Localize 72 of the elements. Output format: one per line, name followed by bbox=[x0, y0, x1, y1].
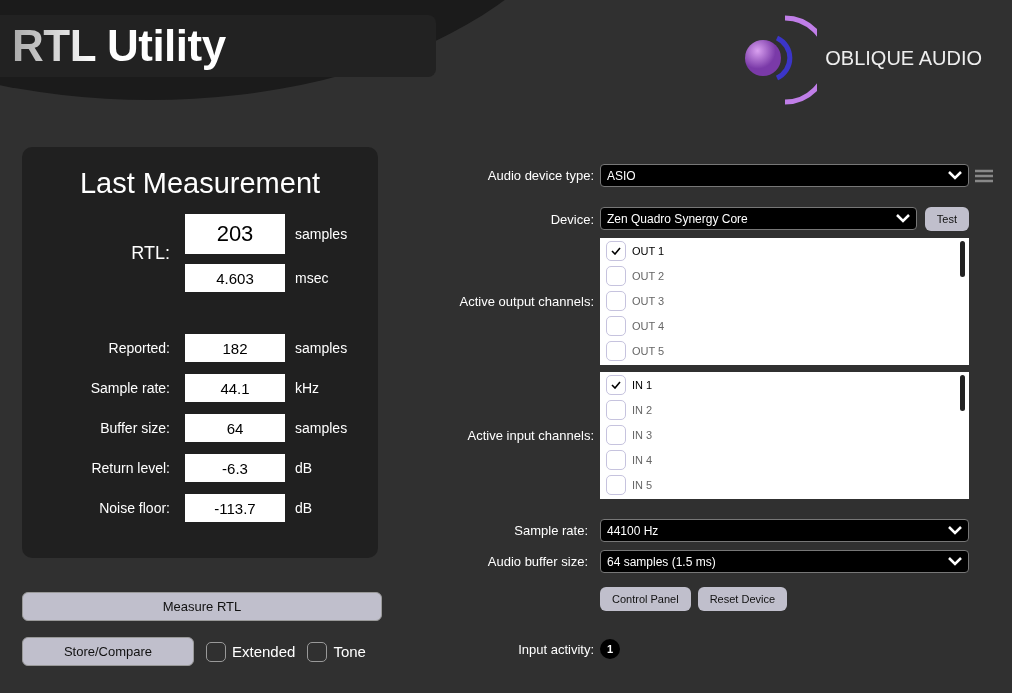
checkbox-label: Tone bbox=[333, 643, 366, 660]
menu-icon[interactable] bbox=[975, 168, 993, 183]
value-display: 44.1 bbox=[185, 374, 285, 402]
value-display: -6.3 bbox=[185, 454, 285, 482]
value-display: 182 bbox=[185, 334, 285, 362]
chevron-icon bbox=[895, 214, 910, 223]
checkbox[interactable] bbox=[606, 400, 626, 420]
value-display: 64 bbox=[185, 414, 285, 442]
measure-button[interactable]: Measure RTL bbox=[22, 592, 382, 621]
unit-label: kHz bbox=[294, 380, 321, 396]
field-label: Return level: bbox=[90, 460, 171, 476]
unit-label: samples bbox=[294, 420, 349, 436]
field-label: Audio buffer size: bbox=[486, 554, 589, 569]
field-label: Sample rate: bbox=[513, 523, 589, 538]
checkbox[interactable] bbox=[307, 641, 328, 662]
dropdown[interactable]: 44100 Hz bbox=[600, 519, 969, 542]
channel-label: OUT 2 bbox=[632, 270, 665, 282]
field-label: Buffer size: bbox=[99, 420, 171, 436]
device-button[interactable]: Reset Device bbox=[697, 587, 788, 611]
checkbox[interactable] bbox=[606, 266, 626, 286]
checkbox[interactable] bbox=[606, 316, 626, 336]
field-label: Reported: bbox=[107, 340, 171, 356]
field-label: Device: bbox=[549, 211, 594, 227]
rtl-label: RTL: bbox=[130, 242, 171, 264]
checkbox[interactable] bbox=[606, 241, 626, 261]
check-icon bbox=[611, 381, 621, 389]
dropdown[interactable]: ASIO bbox=[600, 164, 969, 187]
channel-label: IN 2 bbox=[632, 404, 653, 416]
unit-label: dB bbox=[294, 500, 314, 516]
channel-label: IN 1 bbox=[632, 379, 653, 391]
value-display: 203 bbox=[185, 214, 285, 254]
unit-label: dB bbox=[294, 460, 314, 476]
channel-label: OUT 4 bbox=[632, 320, 665, 332]
scrollbar-thumb[interactable] bbox=[960, 375, 965, 411]
checkbox[interactable] bbox=[606, 291, 626, 311]
checkbox-label: Extended bbox=[232, 643, 296, 660]
scrollbar-thumb[interactable] bbox=[960, 241, 965, 277]
checkbox[interactable] bbox=[606, 341, 626, 361]
brand-name: OBLIQUE AUDIO bbox=[825, 46, 982, 70]
channel-label: IN 3 bbox=[632, 429, 653, 441]
checkbox[interactable] bbox=[606, 450, 626, 470]
checkbox[interactable] bbox=[206, 641, 226, 662]
dropdown[interactable]: 64 samples (1.5 ms) bbox=[600, 550, 969, 573]
channel-label: IN 5 bbox=[632, 479, 653, 491]
value-display: -113.7 bbox=[185, 494, 285, 522]
store-compare-button[interactable]: Store/Compare bbox=[22, 637, 194, 666]
field-label: Sample rate: bbox=[89, 380, 171, 396]
field-label: Active output channels: bbox=[458, 294, 594, 309]
unit-label: samples bbox=[294, 340, 349, 356]
checkbox[interactable] bbox=[606, 375, 626, 395]
activity-badge: 1 bbox=[600, 639, 620, 659]
channel-label: IN 4 bbox=[632, 454, 653, 466]
dropdown[interactable]: Zen Quadro Synergy Core bbox=[600, 207, 917, 230]
panel-title: Last Measurement bbox=[79, 167, 321, 200]
chevron-icon bbox=[948, 557, 962, 566]
channel-label: OUT 1 bbox=[632, 245, 665, 257]
unit-label: samples bbox=[294, 226, 349, 242]
channel-label: OUT 5 bbox=[632, 345, 665, 357]
field-label: Input activity: bbox=[517, 641, 594, 657]
checkbox[interactable] bbox=[606, 475, 626, 495]
check-icon bbox=[611, 247, 621, 255]
chevron-icon bbox=[948, 171, 962, 180]
value-display: 4.603 bbox=[185, 264, 285, 292]
field-label: Audio device type: bbox=[486, 168, 594, 183]
field-label: Noise floor: bbox=[98, 500, 171, 516]
test-button[interactable]: Test bbox=[924, 207, 969, 231]
device-button[interactable]: Control Panel bbox=[600, 587, 691, 611]
chevron-icon bbox=[948, 526, 962, 535]
channel-label: OUT 3 bbox=[632, 295, 665, 307]
unit-label: msec bbox=[294, 270, 330, 286]
field-label: Active input channels: bbox=[466, 428, 594, 443]
checkbox[interactable] bbox=[606, 425, 626, 445]
